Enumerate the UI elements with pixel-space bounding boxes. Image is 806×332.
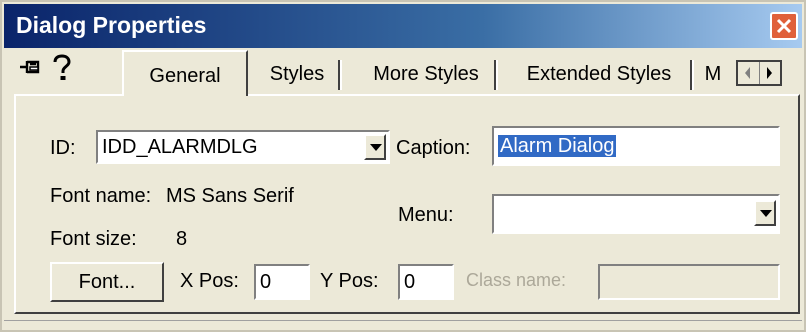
chevron-down-icon xyxy=(760,210,772,217)
pushpin-icon[interactable] xyxy=(18,54,44,80)
tab-divider xyxy=(338,60,342,90)
tab-styles[interactable]: Styles xyxy=(258,54,336,94)
tab-more-truncated[interactable]: M xyxy=(702,54,724,94)
font-size-label: Font size: xyxy=(50,228,137,250)
chevron-down-icon xyxy=(370,144,382,151)
title-bar[interactable]: Dialog Properties xyxy=(4,4,802,48)
id-combo[interactable]: IDD_ALARMDLG xyxy=(96,130,390,164)
id-dropdown-button[interactable] xyxy=(364,134,386,160)
ypos-label: Y Pos: xyxy=(320,270,379,292)
tab-general-label: General xyxy=(149,65,221,87)
tab-scroll-left-button[interactable] xyxy=(738,62,760,84)
question-mark-icon[interactable] xyxy=(50,54,74,82)
tab-strip: General Styles More Styles Extended Styl… xyxy=(102,50,806,96)
ypos-input[interactable]: 0 xyxy=(398,264,454,300)
xpos-label: X Pos: xyxy=(180,270,239,292)
bottom-edge xyxy=(4,320,802,331)
tab-truncated-label: M xyxy=(704,63,722,85)
tab-scroll-buttons xyxy=(736,60,782,86)
tab-more-styles-label: More Styles xyxy=(373,63,479,85)
class-name-input xyxy=(598,264,780,300)
tab-extended-styles[interactable]: Extended Styles xyxy=(506,54,692,94)
ypos-value: 0 xyxy=(404,271,416,293)
menu-dropdown-button[interactable] xyxy=(754,200,776,226)
xpos-input[interactable]: 0 xyxy=(254,264,310,300)
id-label: ID: xyxy=(50,137,76,159)
tab-general[interactable]: General xyxy=(122,50,248,96)
tab-divider xyxy=(690,60,694,90)
tab-divider xyxy=(494,60,498,90)
caption-value: Alarm Dialog xyxy=(498,135,617,157)
tab-scroll-right-button[interactable] xyxy=(760,62,781,84)
dialog-properties-window: Dialog Properties General Styles More St… xyxy=(0,0,806,332)
font-name-value: MS Sans Serif xyxy=(166,185,294,207)
class-name-label: Class name: xyxy=(466,270,567,290)
font-size-value: 8 xyxy=(176,228,188,250)
xpos-value: 0 xyxy=(260,271,272,293)
menu-label: Menu: xyxy=(398,204,454,226)
arrow-left-icon xyxy=(745,67,750,79)
font-name-label: Font name: xyxy=(50,185,152,207)
tab-styles-label: Styles xyxy=(269,63,325,85)
arrow-right-icon xyxy=(767,67,772,79)
menu-combo[interactable] xyxy=(492,194,780,234)
id-value: IDD_ALARMDLG xyxy=(102,136,258,158)
font-button[interactable]: Font... xyxy=(50,262,164,302)
caption-input[interactable]: Alarm Dialog xyxy=(492,126,780,166)
close-button[interactable] xyxy=(770,12,798,40)
caption-label: Caption: xyxy=(396,137,471,159)
close-icon xyxy=(776,18,792,34)
tab-extended-styles-label: Extended Styles xyxy=(526,63,672,85)
tab-more-styles[interactable]: More Styles xyxy=(352,54,500,94)
window-title: Dialog Properties xyxy=(16,12,207,38)
